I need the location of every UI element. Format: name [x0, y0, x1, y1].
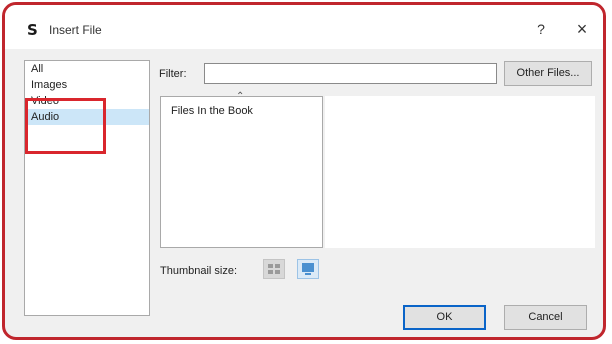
title-bar: S Insert File ? ×: [5, 5, 603, 49]
category-item-images[interactable]: Images: [25, 77, 149, 93]
help-button[interactable]: ?: [533, 21, 549, 39]
app-logo-icon: S: [27, 21, 38, 39]
filter-label: Filter:: [159, 68, 187, 80]
small-thumbnail-icon: [268, 264, 280, 274]
large-thumbnail-icon: [302, 263, 314, 275]
other-files-button[interactable]: Other Files...: [504, 61, 592, 86]
cancel-button[interactable]: Cancel: [504, 305, 587, 330]
thumbnail-size-label: Thumbnail size:: [160, 265, 238, 277]
large-thumbnail-button[interactable]: [297, 259, 319, 279]
filter-input[interactable]: [204, 63, 497, 84]
mouse-cursor-icon: ⌃: [236, 91, 245, 102]
category-item-all[interactable]: All: [25, 61, 149, 77]
small-thumbnail-button[interactable]: [263, 259, 285, 279]
dialog-title: Insert File: [49, 23, 102, 37]
annotation-highlight-box: [25, 98, 106, 154]
close-button[interactable]: ×: [573, 19, 591, 39]
ok-button[interactable]: OK: [403, 305, 486, 330]
book-file-list[interactable]: Files In the Book: [160, 96, 323, 248]
file-preview-area: [325, 96, 595, 248]
